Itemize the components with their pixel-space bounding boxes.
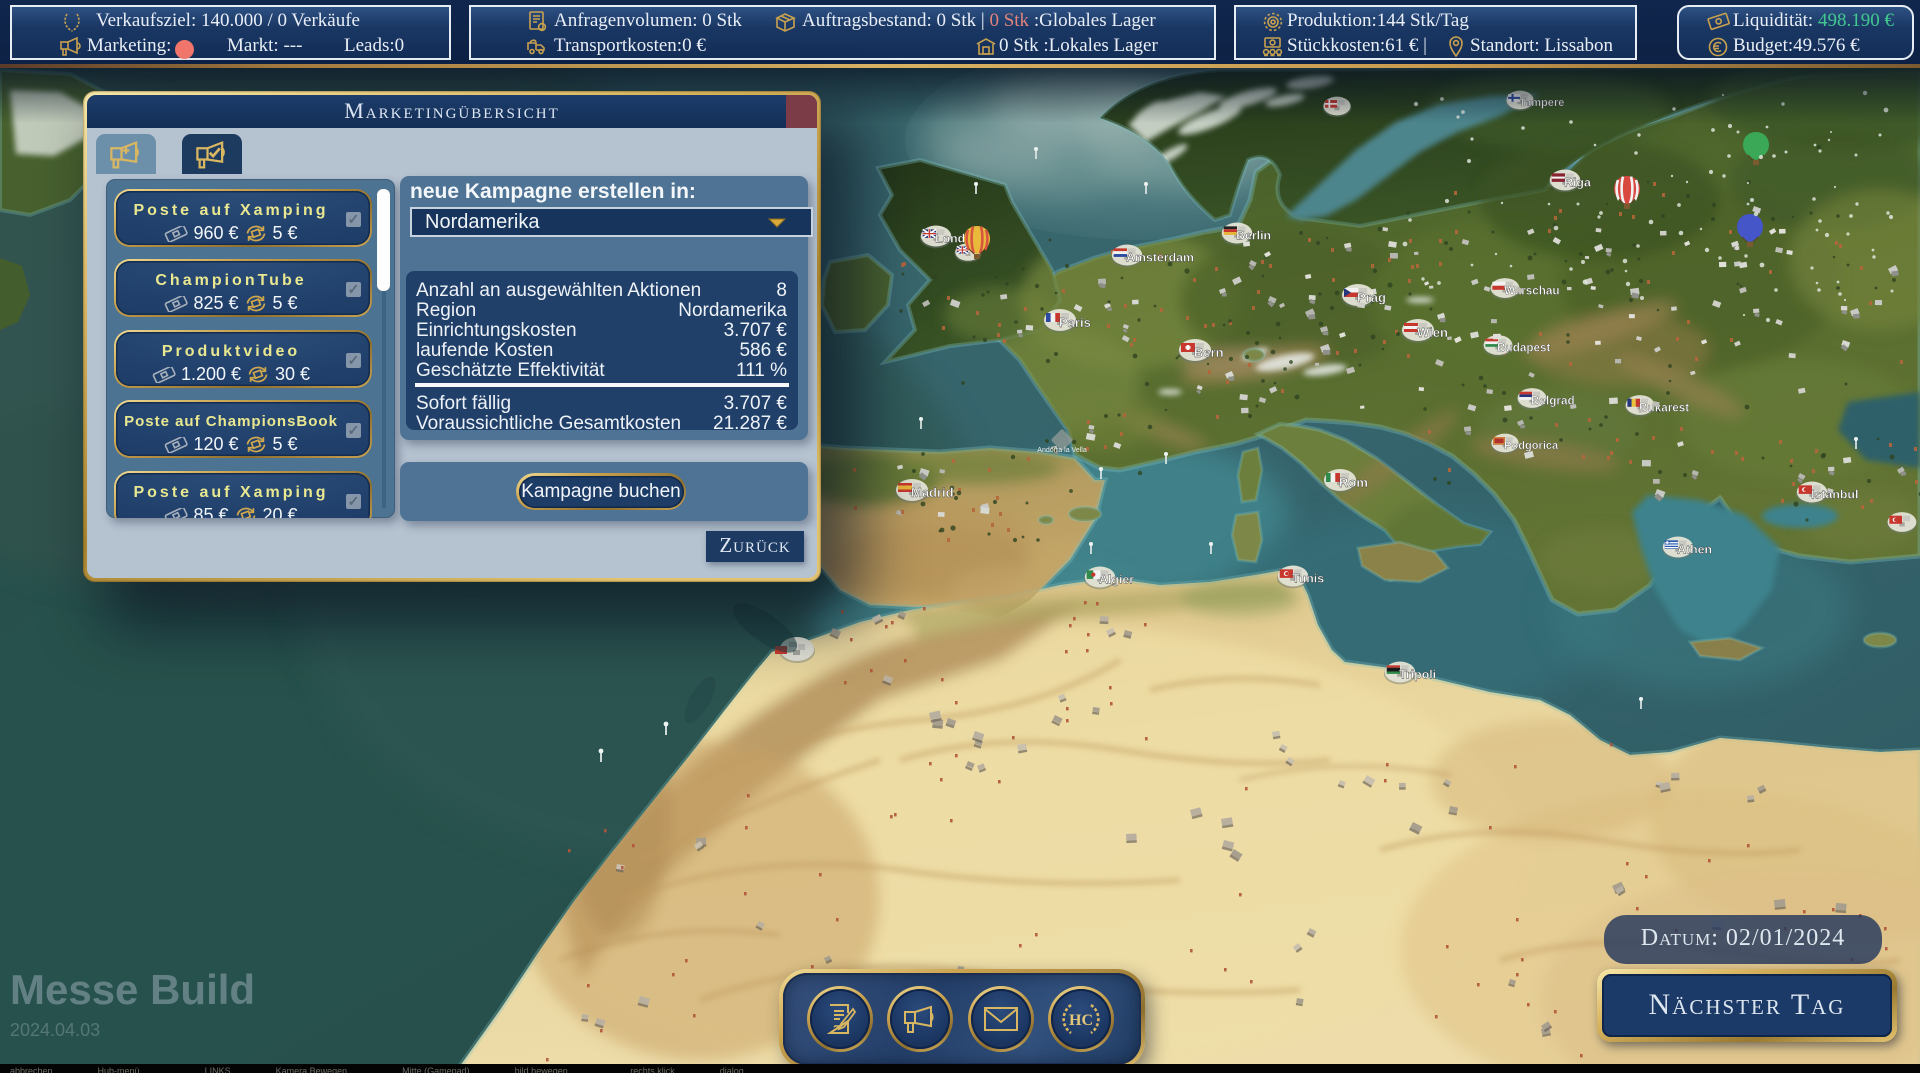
svg-text:HC: HC — [1069, 1012, 1093, 1029]
svg-text:Madrid: Madrid — [911, 485, 954, 500]
svg-text:Andorra la Vella: Andorra la Vella — [1037, 447, 1087, 454]
svg-text:Budapest: Budapest — [1497, 341, 1550, 354]
svg-text:Tampere: Tampere — [1519, 97, 1564, 109]
svg-text:Paris: Paris — [1059, 315, 1091, 330]
svg-text:Bukarest: Bukarest — [1639, 401, 1689, 414]
svg-text:Bern: Bern — [1194, 345, 1224, 360]
svg-text:Belgrad: Belgrad — [1531, 394, 1575, 407]
svg-text:Amsterdam: Amsterdam — [1126, 251, 1194, 265]
svg-text:Algier: Algier — [1099, 573, 1134, 587]
svg-text:Podgorica: Podgorica — [1504, 440, 1559, 452]
svg-text:Athen: Athen — [1677, 543, 1712, 557]
svg-text:Tripoli: Tripoli — [1399, 668, 1436, 682]
svg-text:Tunis: Tunis — [1292, 572, 1324, 586]
svg-text:Rom: Rom — [1339, 475, 1368, 490]
svg-text:Riga: Riga — [1564, 176, 1591, 190]
svg-text:Berlin: Berlin — [1236, 229, 1271, 243]
svg-text:Wien: Wien — [1417, 325, 1448, 340]
svg-text:Warschau: Warschau — [1504, 284, 1559, 297]
svg-text:Istanbul: Istanbul — [1811, 488, 1858, 502]
